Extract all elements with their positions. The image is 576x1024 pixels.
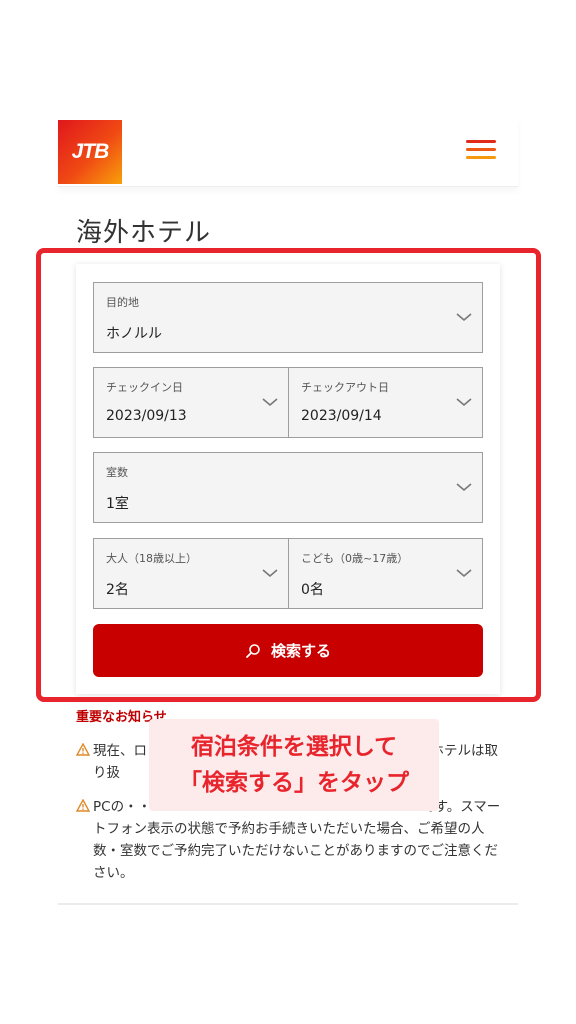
warning-icon: [76, 743, 90, 756]
page-title: 海外ホテル: [76, 218, 212, 248]
logo-text: JTB: [71, 140, 110, 163]
instruction-callout: 宿泊条件を選択して 「検索する」をタップ: [149, 719, 439, 811]
jtb-logo[interactable]: JTB: [58, 120, 122, 184]
callout-line-2: 「検索する」をタップ: [179, 770, 409, 796]
warning-icon: [76, 799, 90, 812]
highlight-frame: [36, 248, 541, 702]
callout-line-1: 宿泊条件を選択して: [190, 734, 398, 760]
site-header: JTB: [58, 118, 518, 187]
hamburger-menu-icon[interactable]: [466, 140, 496, 164]
divider: [58, 903, 518, 905]
